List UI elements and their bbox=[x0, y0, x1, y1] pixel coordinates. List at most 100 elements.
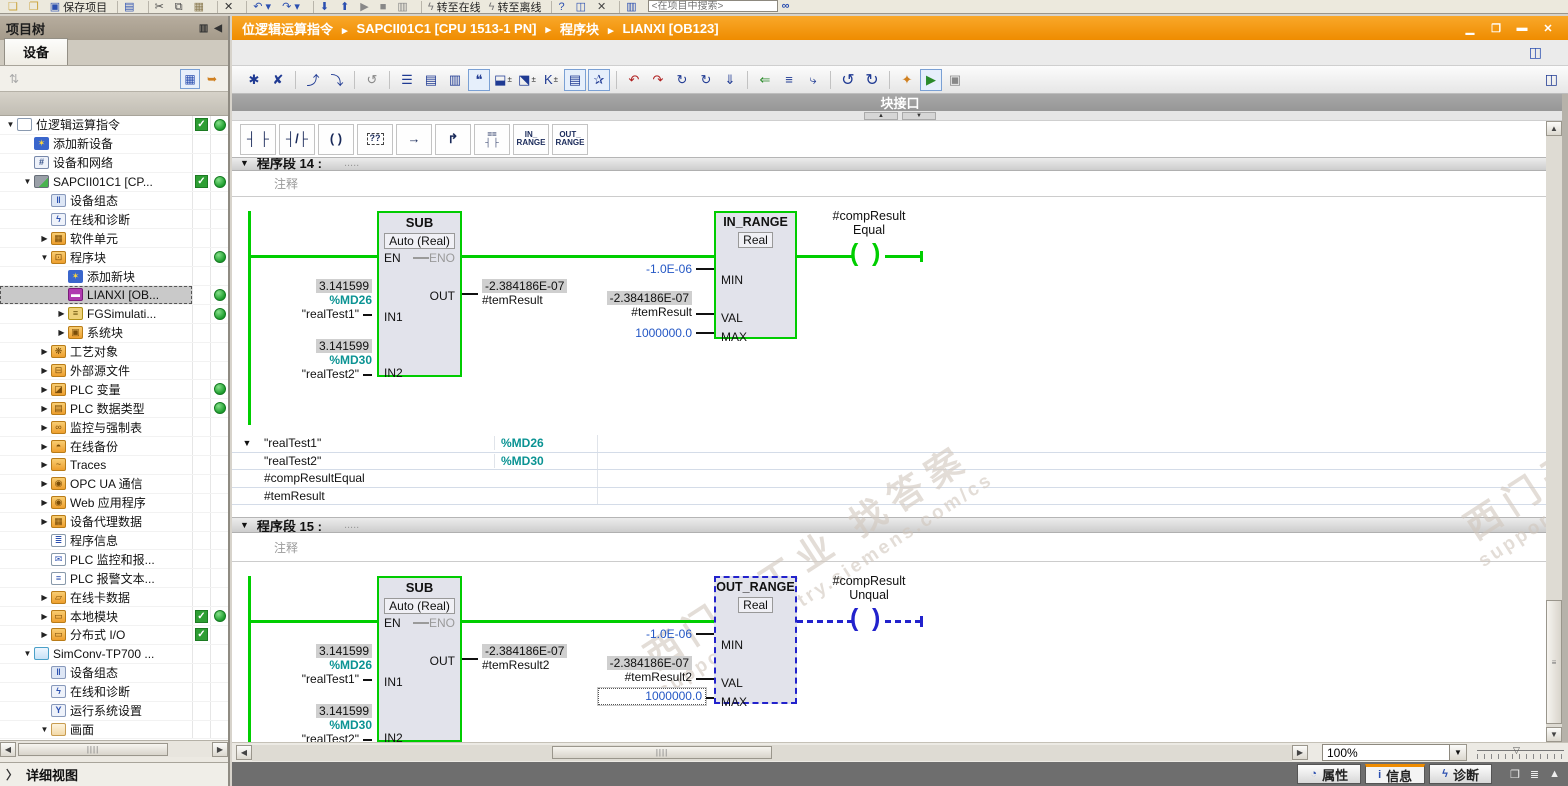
pin-in1[interactable]: IN1 bbox=[384, 675, 403, 689]
contact-open-button[interactable]: ┤ ├ bbox=[240, 123, 276, 155]
window-button[interactable]: ◫ bbox=[576, 0, 589, 13]
start-cpu-button[interactable]: ▶ bbox=[360, 0, 371, 13]
tree-item[interactable]: ▼ SimConv-TP700 ... ✓ bbox=[0, 644, 228, 664]
tree-item[interactable]: ✉ PLC 监控和报... ✓ bbox=[0, 550, 228, 570]
insert-line-button[interactable]: ≡ ± bbox=[778, 69, 800, 91]
upload-from-device-button[interactable]: ⬆ bbox=[340, 0, 352, 13]
sub-block[interactable]: SUB Auto (Real) EN ENO IN1 IN2 OUT bbox=[377, 576, 462, 742]
expand-pane-button[interactable]: ▲ bbox=[1549, 768, 1560, 781]
next-error-button[interactable]: ↷ ± bbox=[647, 69, 669, 91]
tree-item[interactable]: ϟ 在线和诊断 ✓ bbox=[0, 682, 228, 702]
tree-item[interactable]: ▶ ~ Traces ✓ bbox=[0, 456, 228, 475]
favorites-toggle[interactable]: ✰ ± bbox=[588, 68, 610, 91]
tree-item[interactable]: ▶ ▭ 本地模块 ✓ bbox=[0, 607, 228, 627]
go-to-usage-button[interactable]: ✦ ± bbox=[896, 69, 918, 91]
pane-list-button[interactable]: ≣ bbox=[1530, 768, 1539, 781]
find-binoculars-icon[interactable]: ∞ bbox=[782, 0, 790, 12]
tree-item[interactable]: ▬ LIANXI [OB... ✓ bbox=[0, 286, 228, 305]
tree-item[interactable]: ‖ 设备组态 ✓ bbox=[0, 663, 228, 683]
pin-out[interactable]: OUT bbox=[430, 289, 455, 303]
consistency-check-button[interactable]: ⇓ ± bbox=[719, 69, 741, 91]
open-project[interactable]: ❐ bbox=[29, 0, 42, 13]
refresh-interface-button[interactable]: ↻ ± bbox=[695, 69, 717, 91]
breadcrumb-item[interactable]: SAPCII01C1 [CPU 1513-1 PN] bbox=[357, 21, 560, 36]
sort-button[interactable]: ⇅ bbox=[4, 69, 24, 89]
coil-button[interactable]: ( ) bbox=[318, 123, 354, 155]
row-expander-icon[interactable]: ▼ bbox=[232, 438, 262, 448]
tree-item[interactable]: ▶ ≡ FGSimulati... ✓ bbox=[0, 304, 228, 324]
close-branch-button[interactable]: ⤵ ± bbox=[326, 69, 348, 91]
expander-icon[interactable]: ▶ bbox=[38, 593, 51, 602]
toggle-network-view-button[interactable]: ▥ ± bbox=[444, 69, 466, 91]
delete-button[interactable]: ✕ bbox=[224, 0, 236, 13]
expander-icon[interactable]: ▶ bbox=[38, 366, 51, 375]
go-online-button[interactable]: ϟ 转至在线 bbox=[428, 0, 481, 13]
expander-icon[interactable]: ▶ bbox=[38, 347, 51, 356]
scroll-right-icon[interactable]: ▶ bbox=[212, 741, 228, 757]
tree-item[interactable]: ▶ ▭ 分布式 I/O ✓ bbox=[0, 626, 228, 645]
table-view-button[interactable]: ▦ bbox=[180, 68, 200, 89]
breadcrumb-item[interactable]: 程序块 bbox=[560, 19, 623, 38]
tab-properties[interactable]: ◔ 属性 bbox=[1297, 764, 1362, 784]
expander-icon[interactable]: ▶ bbox=[55, 328, 68, 337]
tree-horizontal-scrollbar[interactable]: ◀ |||| ▶ bbox=[0, 740, 228, 757]
coil-operand[interactable]: #compResult Equal bbox=[794, 209, 944, 237]
in1-operand[interactable]: 3.141599 %MD26 "realTest1" bbox=[262, 279, 372, 321]
download-to-device-button[interactable]: ⬇ bbox=[320, 0, 332, 13]
tab-info[interactable]: i 信息 bbox=[1365, 764, 1426, 784]
expander-icon[interactable]: ▼ bbox=[38, 253, 51, 262]
split-editor-icon[interactable]: ◫ bbox=[1529, 44, 1542, 61]
expand-all-networks-button[interactable]: ☰ ± bbox=[396, 69, 418, 91]
expander-icon[interactable]: ▶ bbox=[55, 309, 68, 318]
copy-button[interactable]: ⧉ bbox=[175, 0, 186, 13]
breadcrumb-item[interactable]: 位逻辑运算指令 bbox=[242, 19, 357, 38]
out-range-block-selected[interactable]: OUT_RANGE Real MIN VAL MAX bbox=[714, 576, 797, 709]
pin-min[interactable]: MIN bbox=[721, 638, 743, 652]
in2-operand[interactable]: 3.141599 %MD30 "realTest2" bbox=[262, 704, 372, 742]
coil-operand[interactable]: #compResult Unqual bbox=[794, 574, 944, 602]
undo-button[interactable]: ↺ ± bbox=[837, 69, 859, 91]
tree-item[interactable]: # 设备和网络 ✓ bbox=[0, 153, 228, 173]
pin-en[interactable]: EN bbox=[384, 616, 401, 630]
max-operand[interactable]: 1000000.0 bbox=[542, 326, 692, 340]
block-interface-bar[interactable]: 块接口 bbox=[232, 94, 1568, 111]
compare-contact-button[interactable]: == ┤ ├ bbox=[474, 123, 510, 155]
sub-block[interactable]: SUB Auto (Real) EN ENO IN1 IN2 OUT bbox=[377, 211, 462, 380]
close-button[interactable]: ✕ bbox=[1538, 22, 1558, 35]
go-offline-button[interactable]: ϟ 转至离线 bbox=[489, 0, 542, 13]
in-range-block[interactable]: IN_RANGE Real MIN VAL MAX bbox=[714, 211, 797, 344]
open-branch-button[interactable]: ⤴ ± bbox=[302, 69, 324, 91]
delete-network-button[interactable]: ✘ ± bbox=[267, 69, 289, 91]
chevron-right-icon[interactable]: 〉 bbox=[6, 766, 18, 783]
network-15-comment[interactable]: 注释 bbox=[232, 533, 1546, 562]
table-row[interactable]: #compResultEqual bbox=[232, 470, 1546, 488]
in2-operand[interactable]: 3.141599 %MD30 "realTest2" bbox=[262, 339, 372, 381]
expander-icon[interactable]: ▶ bbox=[38, 630, 51, 639]
max-operand-edit-field[interactable]: 1000000.0 bbox=[597, 687, 707, 706]
tree-item[interactable]: ▶ ∞ 监控与强制表 ✓ bbox=[0, 418, 228, 438]
branch-out-button[interactable]: ⤷ ± bbox=[802, 69, 824, 91]
pin-val[interactable]: VAL bbox=[721, 311, 743, 325]
project-search-input[interactable] bbox=[647, 0, 778, 12]
tree-item[interactable]: ✶ 添加新设备 ✓ bbox=[0, 134, 228, 154]
tree-item[interactable]: ▼ ⊡ 程序块 ✓ bbox=[0, 248, 228, 268]
collapse-network-icon[interactable]: ▼ bbox=[240, 520, 249, 530]
online-diagnostics-button[interactable]: ? bbox=[558, 0, 567, 13]
pin-eno[interactable]: ENO bbox=[429, 251, 455, 265]
expander-icon[interactable]: ▶ bbox=[38, 385, 51, 394]
expander-icon[interactable]: ▶ bbox=[38, 517, 51, 526]
pin-panel-icon[interactable]: ▥ bbox=[199, 23, 208, 34]
scroll-up-icon[interactable]: ▲ bbox=[1546, 121, 1562, 136]
block-mode[interactable]: Auto (Real) bbox=[384, 598, 455, 614]
scrollbar-thumb[interactable]: ≡ bbox=[1546, 600, 1562, 724]
rename-operand-dropdown[interactable]: K ± bbox=[540, 69, 562, 91]
zoom-level-input[interactable] bbox=[1322, 744, 1450, 761]
zoom-slider-handle[interactable]: ▽ bbox=[1513, 745, 1520, 756]
paste-button[interactable]: ▦ bbox=[194, 0, 207, 13]
block-mode[interactable]: Auto (Real) bbox=[384, 233, 455, 249]
network-14-comment[interactable]: 注释 bbox=[232, 171, 1546, 197]
tree-item[interactable]: ‖ 设备组态 ✓ bbox=[0, 191, 228, 211]
tree-item[interactable]: ϟ 在线和诊断 ✓ bbox=[0, 210, 228, 230]
pin-en[interactable]: EN bbox=[384, 251, 401, 265]
tree-item[interactable]: ▶ ▦ 设备代理数据 ✓ bbox=[0, 512, 228, 532]
